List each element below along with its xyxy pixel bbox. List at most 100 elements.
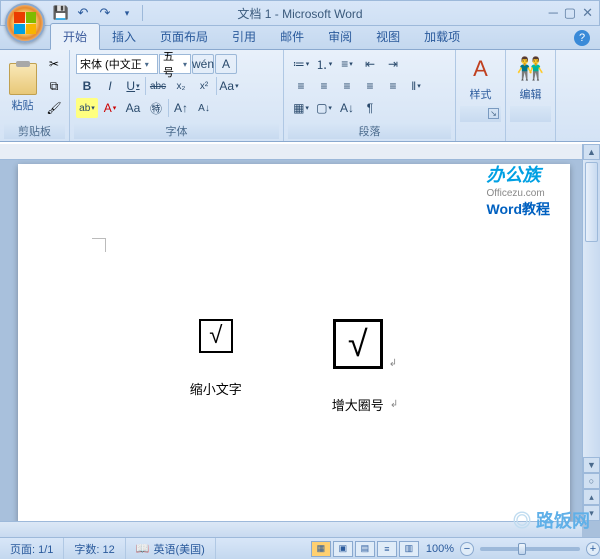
- format-painter-button[interactable]: 🖌: [43, 98, 65, 118]
- save-button[interactable]: 💾: [51, 3, 71, 23]
- align-right-button[interactable]: ≡: [336, 76, 358, 96]
- minimize-button[interactable]: ─: [549, 5, 558, 21]
- styles-button[interactable]: A 样式: [460, 52, 501, 106]
- status-language[interactable]: 📖英语(美国): [126, 538, 216, 559]
- ribbon-tabs: 开始 插入 页面布局 引用 邮件 审阅 视图 加载项 ?: [0, 26, 600, 50]
- undo-button[interactable]: ↶: [73, 3, 93, 23]
- footer-watermark: ◎ 路饭网: [513, 507, 590, 533]
- borders-button[interactable]: ▢: [313, 98, 335, 118]
- multilevel-button[interactable]: ≡: [336, 54, 358, 74]
- cut-button[interactable]: ✂: [43, 54, 65, 74]
- separator: [145, 77, 146, 95]
- font-name-dropdown[interactable]: 宋体 (中文正: [76, 54, 158, 74]
- scroll-up-button[interactable]: ▲: [583, 144, 600, 160]
- watermark: 办公族 Officezu.com Word教程: [486, 164, 550, 219]
- find-button[interactable]: 👬 编辑: [510, 52, 551, 106]
- view-fullscreen[interactable]: ▣: [333, 541, 353, 557]
- tab-references[interactable]: 引用: [220, 24, 268, 49]
- shrink-font-button[interactable]: A↓: [193, 98, 215, 118]
- tab-pagelayout[interactable]: 页面布局: [148, 24, 220, 49]
- line-spacing-button[interactable]: ‖: [405, 76, 427, 96]
- highlight-button[interactable]: ab: [76, 98, 98, 118]
- zoom-level[interactable]: 100%: [420, 543, 460, 555]
- checkbox-small: √: [199, 319, 233, 353]
- scroll-thumb[interactable]: [585, 162, 598, 242]
- zoom-in-button[interactable]: +: [586, 542, 600, 556]
- tab-insert[interactable]: 插入: [100, 24, 148, 49]
- distribute-button[interactable]: ≡: [382, 76, 404, 96]
- group-label-clipboard: 剪贴板: [4, 123, 65, 139]
- office-logo-icon: [14, 12, 36, 34]
- copy-button[interactable]: ⧉: [43, 76, 65, 96]
- phonetic-button[interactable]: wén: [192, 54, 214, 74]
- enclose-char-button[interactable]: ㊕: [145, 98, 167, 118]
- group-label-paragraph: 段落: [288, 123, 451, 139]
- office-button[interactable]: [5, 3, 45, 43]
- change-case-button[interactable]: Aa: [122, 98, 144, 118]
- zoom-thumb[interactable]: [518, 543, 526, 555]
- label-enlarge-border: 增大圈号: [332, 395, 384, 414]
- ribbon: 粘贴 ✂ ⧉ 🖌 剪贴板 宋体 (中文正 五号 wén A B I U a: [0, 50, 600, 142]
- tab-view[interactable]: 视图: [364, 24, 412, 49]
- decrease-indent-button[interactable]: ⇤: [359, 54, 381, 74]
- styles-launcher[interactable]: ↘: [488, 108, 499, 119]
- shading-button[interactable]: ▦: [290, 98, 312, 118]
- cursor-mark-icon: ↲: [390, 399, 398, 410]
- status-page[interactable]: 页面: 1/1: [0, 538, 64, 559]
- tab-addins[interactable]: 加载项: [412, 24, 472, 49]
- view-outline[interactable]: ≡: [377, 541, 397, 557]
- show-marks-button[interactable]: ¶: [359, 98, 381, 118]
- status-wordcount[interactable]: 字数: 12: [64, 538, 125, 559]
- label-shrink-text: 缩小文字: [190, 379, 242, 398]
- horizontal-ruler[interactable]: [0, 144, 582, 160]
- scroll-down-button[interactable]: ▼: [583, 457, 600, 473]
- paste-button[interactable]: 粘贴: [4, 52, 41, 123]
- numbering-button[interactable]: ⒈: [313, 54, 335, 74]
- zoom-out-button[interactable]: −: [460, 542, 474, 556]
- edit-label: 编辑: [520, 86, 542, 102]
- font-size-dropdown[interactable]: 五号: [159, 54, 191, 74]
- bold-button[interactable]: B: [76, 76, 98, 96]
- browse-object-button[interactable]: ○: [583, 473, 600, 489]
- vertical-scrollbar[interactable]: ▲ ▼ ○ ▴ ▾: [582, 144, 600, 521]
- tab-review[interactable]: 审阅: [316, 24, 364, 49]
- italic-button[interactable]: I: [99, 76, 121, 96]
- separator: [142, 5, 143, 21]
- font-color-button[interactable]: A: [99, 98, 121, 118]
- help-icon[interactable]: ?: [574, 30, 590, 46]
- watermark-line2: Officezu.com: [486, 187, 550, 200]
- document-page[interactable]: 办公族 Officezu.com Word教程 √ 缩小文字 √ ↲ 增大圈号 …: [18, 164, 570, 524]
- horizontal-scrollbar[interactable]: [0, 521, 582, 537]
- paste-icon: [9, 63, 37, 95]
- separator: [168, 99, 169, 117]
- align-center-button[interactable]: ≡: [313, 76, 335, 96]
- styles-label: 样式: [470, 86, 492, 102]
- close-button[interactable]: ✕: [582, 5, 593, 21]
- view-web[interactable]: ▤: [355, 541, 375, 557]
- watermark-line3: Word教程: [486, 200, 550, 218]
- prev-page-button[interactable]: ▴: [583, 489, 600, 505]
- bullets-button[interactable]: ≔: [290, 54, 312, 74]
- tab-home[interactable]: 开始: [50, 23, 100, 50]
- watermark-line1: 办公族: [486, 164, 550, 187]
- clear-format-button[interactable]: Aa: [218, 76, 240, 96]
- underline-button[interactable]: U: [122, 76, 144, 96]
- view-draft[interactable]: ▥: [399, 541, 419, 557]
- maximize-button[interactable]: ▢: [564, 5, 576, 21]
- view-print-layout[interactable]: ▦: [311, 541, 331, 557]
- status-bar: 页面: 1/1 字数: 12 📖英语(美国) ▦ ▣ ▤ ≡ ▥ 100% − …: [0, 537, 600, 559]
- increase-indent-button[interactable]: ⇥: [382, 54, 404, 74]
- paste-label: 粘贴: [12, 97, 34, 113]
- redo-button[interactable]: ↷: [95, 3, 115, 23]
- superscript-button[interactable]: x²: [193, 76, 215, 96]
- justify-button[interactable]: ≡: [359, 76, 381, 96]
- tab-mailings[interactable]: 邮件: [268, 24, 316, 49]
- qat-customize[interactable]: ▾: [117, 3, 137, 23]
- separator: [216, 77, 217, 95]
- char-border-button[interactable]: A: [215, 54, 237, 74]
- zoom-slider[interactable]: [480, 547, 580, 551]
- align-left-button[interactable]: ≡: [290, 76, 312, 96]
- window-title: 文档 1 - Microsoft Word: [237, 5, 362, 22]
- grow-font-button[interactable]: A↑: [170, 98, 192, 118]
- sort-button[interactable]: A↓: [336, 98, 358, 118]
